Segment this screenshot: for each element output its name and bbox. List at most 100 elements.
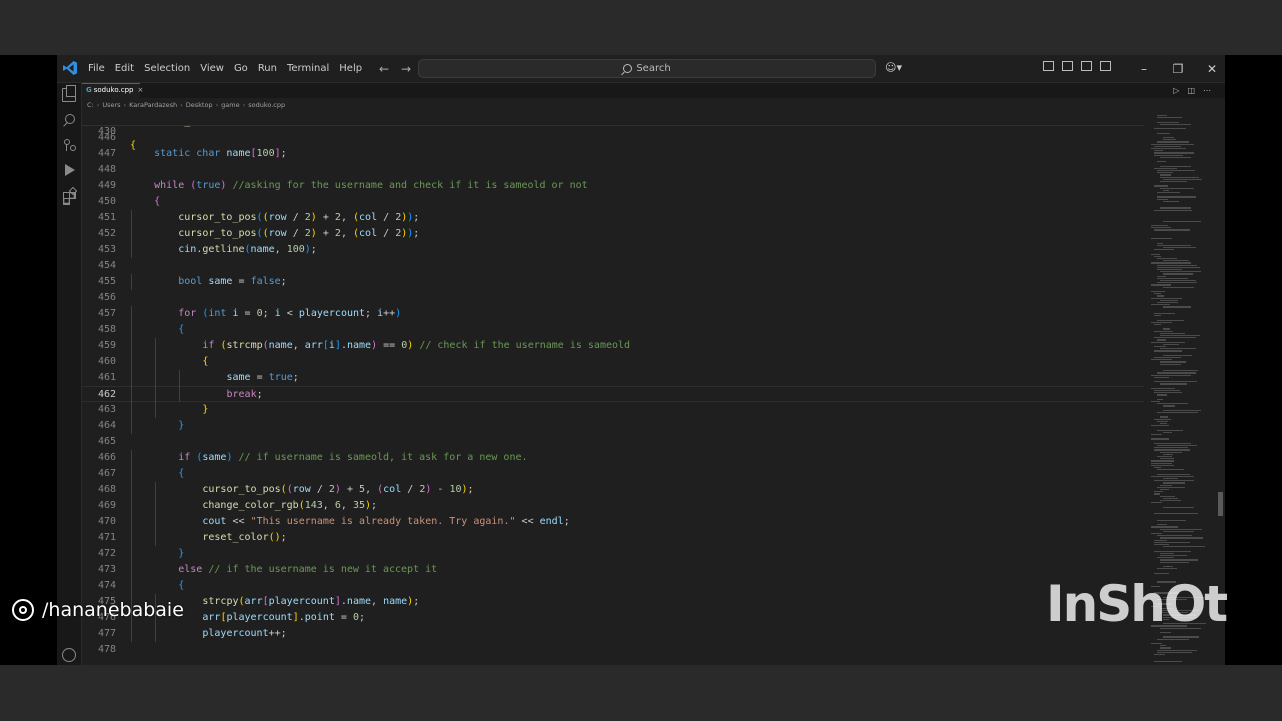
code-line[interactable]: 461 same = true; [82, 370, 1144, 386]
toggle-panel-icon[interactable] [1081, 61, 1092, 71]
indent-guide [131, 530, 132, 546]
code-line[interactable]: 477 playercount++; [82, 626, 1144, 642]
source-control-icon[interactable] [62, 138, 76, 152]
code-line[interactable]: 457 for (int i = 0; i < playercount; i++… [82, 306, 1144, 322]
minimap-line [1160, 156, 1191, 158]
code-line[interactable]: 468 cursor_to_pos((row / 2) + 5, (col / … [82, 482, 1144, 498]
code-line[interactable]: 465 [82, 434, 1144, 450]
menu-item-run[interactable]: Run [253, 55, 282, 82]
forward-arrow-icon[interactable]: → [395, 62, 417, 76]
code-line[interactable]: 469 change_color_rgb(143, 6, 35); [82, 498, 1144, 514]
code-line[interactable]: 458 { [82, 322, 1144, 338]
breadcrumb-item[interactable]: Users [102, 101, 120, 109]
customize-layout-icon[interactable] [1043, 61, 1054, 71]
back-arrow-icon[interactable]: ← [373, 62, 395, 76]
command-center-search[interactable]: Search [418, 59, 876, 78]
code-line[interactable]: 453 cin.getline(name, 100); [82, 242, 1144, 258]
breadcrumb-item[interactable]: game [221, 101, 239, 109]
indent-guide [131, 210, 132, 226]
close-tab-icon[interactable]: × [137, 86, 143, 94]
code-line[interactable]: 475 strcpy(arr[playercount].name, name); [82, 594, 1144, 610]
code-text: reset_color(); [202, 532, 287, 543]
menu-item-view[interactable]: View [195, 55, 229, 82]
minimap-line [1157, 524, 1167, 526]
code-line[interactable]: 471 reset_color(); [82, 530, 1144, 546]
code-line[interactable]: 462 break; [82, 386, 1144, 402]
copilot-icon[interactable]: ☺▾ [885, 61, 902, 74]
code-line[interactable]: 478 [82, 642, 1144, 658]
run-file-icon[interactable]: ▷ [1173, 83, 1179, 98]
code-text: { [178, 580, 185, 591]
extensions-icon[interactable] [62, 188, 76, 202]
restore-icon[interactable]: ❐ [1161, 62, 1195, 76]
explorer-icon[interactable] [62, 85, 76, 102]
code-line[interactable]: 463 } [82, 402, 1144, 418]
code-line[interactable]: 464 } [82, 418, 1144, 434]
account-icon[interactable] [62, 648, 76, 662]
code-line[interactable]: 472 } [82, 546, 1144, 562]
indent-guide [131, 498, 132, 514]
sticky-scroll-header[interactable]: 430 { [82, 111, 1144, 151]
code-line[interactable]: 448 [82, 162, 1144, 178]
menu-item-edit[interactable]: Edit [110, 55, 139, 82]
breadcrumb-item[interactable]: soduko.cpp [248, 101, 285, 109]
code-line[interactable]: 447 static char name[100]; [82, 146, 1144, 162]
minimap-line [1157, 132, 1170, 134]
breadcrumb-separator-icon: › [180, 101, 183, 109]
minimap-line [1163, 546, 1206, 548]
code-line[interactable]: 470 cout << "This username is already ta… [82, 514, 1144, 530]
menu-item-selection[interactable]: Selection [139, 55, 195, 82]
code-line[interactable]: 452 cursor_to_pos((row / 2) + 2, (col / … [82, 226, 1144, 242]
code-line[interactable]: 467 { [82, 466, 1144, 482]
code-line[interactable]: 451 cursor_to_pos((row / 2) + 2, (col / … [82, 210, 1144, 226]
line-number: 466 [97, 452, 116, 463]
minimap-line [1157, 394, 1167, 396]
code-line[interactable]: 460 { [82, 354, 1144, 370]
more-actions-icon[interactable]: ⋯ [1203, 83, 1211, 98]
code-line[interactable]: 466 if (same) // if username is sameold,… [82, 450, 1144, 466]
toggle-secondary-sidebar-icon[interactable] [1100, 61, 1111, 71]
minimize-icon[interactable]: – [1127, 62, 1161, 76]
toggle-sidebar-icon[interactable] [1062, 61, 1073, 71]
minimap-line [1157, 486, 1186, 488]
code-line[interactable]: 456 [82, 290, 1144, 306]
vertical-scrollbar-thumb[interactable] [1218, 492, 1223, 516]
minimap-line [1157, 258, 1178, 260]
minimap-line [1154, 513, 1198, 515]
code-line[interactable]: 474 { [82, 578, 1144, 594]
tab-soduko-cpp[interactable]: Gsoduko.cpp × [82, 83, 143, 98]
code-line[interactable]: 454 [82, 258, 1144, 274]
code-text: { [178, 468, 185, 479]
minimap-line [1151, 304, 1171, 306]
indent-guide [131, 322, 132, 338]
breadcrumb-item[interactable]: KaraPardazesh [129, 101, 177, 109]
minimap-line [1163, 497, 1179, 499]
close-icon[interactable]: ✕ [1195, 62, 1225, 76]
run-debug-icon[interactable] [62, 163, 76, 177]
line-number: 465 [97, 436, 116, 447]
code-line[interactable]: 473 else // if the username is new it ac… [82, 562, 1144, 578]
menu-item-help[interactable]: Help [334, 55, 367, 82]
code-line[interactable]: 476 arr[playercount].point = 0; [82, 610, 1144, 626]
code-text: else // if the username is new it accept… [178, 564, 438, 575]
minimap-line [1157, 445, 1197, 447]
breadcrumb-item[interactable]: Desktop [186, 101, 213, 109]
menu-item-terminal[interactable]: Terminal [282, 55, 334, 82]
minimap-line [1157, 141, 1189, 143]
search-view-icon[interactable] [62, 113, 76, 127]
split-editor-icon[interactable]: ◫ [1187, 83, 1195, 98]
menu-item-go[interactable]: Go [229, 55, 253, 82]
minimap-line [1160, 165, 1191, 167]
minimap-line [1157, 638, 1189, 640]
code-line[interactable]: 459 if (strcmp(name, arr[i].name) == 0) … [82, 338, 1144, 354]
code-line[interactable]: 449 while (true) //asking for the userna… [82, 178, 1144, 194]
code-line[interactable]: 450 { [82, 194, 1144, 210]
vscode-window: File Edit Selection View Go Run Terminal Help ←… [57, 55, 1225, 665]
minimap-line [1160, 495, 1176, 497]
code-editor[interactable]: 430 { 445 reset_color();446447 static ch… [82, 111, 1144, 665]
code-line[interactable]: 446 [82, 130, 1144, 146]
code-line[interactable]: 455 bool same = false; [82, 274, 1144, 290]
breadcrumb-item[interactable]: C: [87, 101, 94, 109]
minimap-line [1154, 381, 1198, 383]
menu-item-file[interactable]: File [83, 55, 110, 82]
